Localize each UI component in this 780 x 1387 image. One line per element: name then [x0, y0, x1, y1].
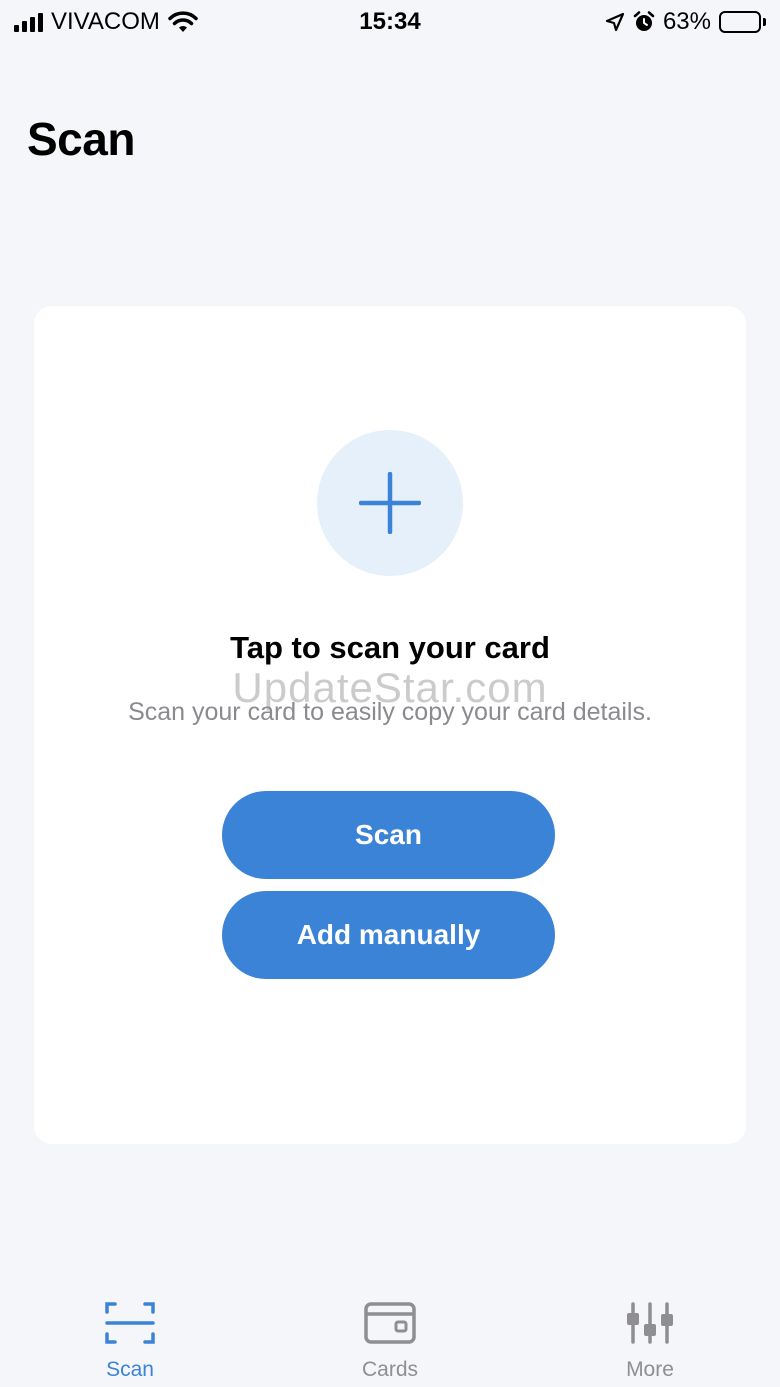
alarm-clock-icon [633, 11, 655, 31]
tab-label-cards: Cards [361, 1358, 419, 1381]
status-time: 15:34 [359, 8, 421, 35]
battery-icon [719, 11, 766, 33]
tab-more[interactable]: More [520, 1280, 780, 1387]
tab-bar: Scan Cards More [0, 1280, 780, 1387]
status-right: 63% [605, 8, 766, 36]
scan-card: Tap to scan your card Scan your card to … [34, 306, 746, 1144]
status-bar: VIVACOM 15:34 63% [0, 0, 780, 44]
watermark: UpdateStar.com [232, 664, 548, 711]
scan-plus-button[interactable] [317, 430, 463, 576]
scan-frame-icon [105, 1302, 155, 1344]
page-title: Scan [27, 113, 135, 165]
tab-label-scan: Scan [106, 1358, 154, 1381]
tab-label-more: More [626, 1358, 674, 1381]
battery-percent: 63% [662, 8, 711, 35]
plus-icon [359, 472, 421, 534]
cellular-signal-icon [14, 12, 43, 32]
location-arrow-icon [605, 12, 625, 32]
sliders-icon [627, 1302, 673, 1344]
wifi-icon [168, 11, 198, 32]
card-heading: Tap to scan your card [230, 630, 550, 665]
tab-scan[interactable]: Scan [0, 1280, 260, 1387]
tab-cards[interactable]: Cards [260, 1280, 520, 1387]
status-left: VIVACOM [14, 8, 198, 36]
add-manually-button[interactable]: Add manually [222, 891, 555, 979]
carrier-name: VIVACOM [51, 8, 160, 35]
scan-button[interactable]: Scan [222, 791, 555, 879]
wallet-icon [364, 1302, 416, 1344]
